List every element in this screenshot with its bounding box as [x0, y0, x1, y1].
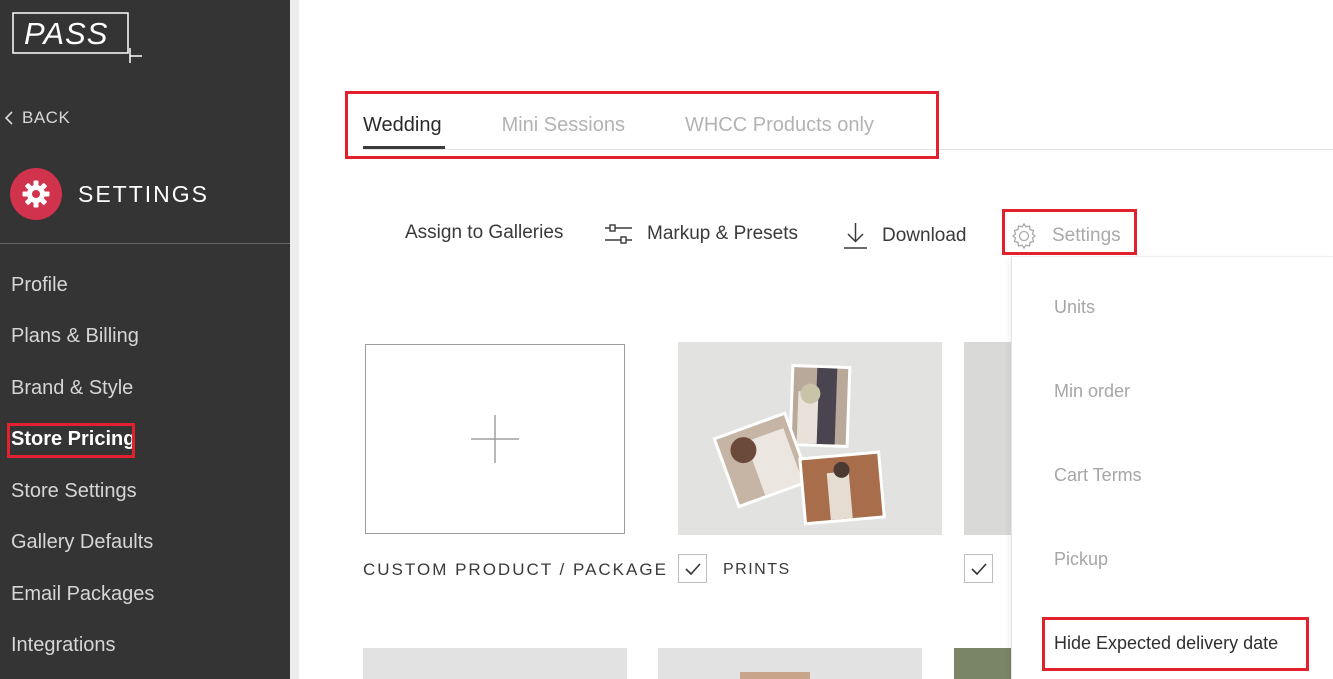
check-icon — [970, 562, 987, 575]
gear-icon — [10, 168, 62, 220]
sidebar-item-gallery-defaults[interactable]: Gallery Defaults — [11, 531, 153, 554]
markup-label: Markup & Presets — [647, 223, 798, 244]
sidebar-edge — [290, 0, 299, 679]
assign-to-galleries-button[interactable]: Assign to Galleries — [405, 222, 563, 244]
sidebar-item-email-packages[interactable]: Email Packages — [11, 583, 154, 606]
product-card-row2-1[interactable] — [363, 648, 627, 679]
menu-item-cart-terms[interactable]: Cart Terms — [1054, 465, 1142, 486]
settings-header: SETTINGS — [10, 168, 209, 220]
prints-checkbox[interactable] — [678, 554, 707, 583]
highlight-box-tabs — [345, 91, 939, 159]
assign-label: Assign to Galleries — [405, 222, 564, 243]
product-card-partial[interactable] — [964, 342, 1011, 535]
add-custom-product-card[interactable] — [365, 344, 625, 534]
download-label: Download — [882, 225, 967, 246]
sidebar-item-brand-style[interactable]: Brand & Style — [11, 377, 133, 400]
sidebar-item-integrations[interactable]: Integrations — [11, 634, 116, 657]
sliders-icon — [605, 224, 632, 244]
sidebar-item-plans-billing[interactable]: Plans & Billing — [11, 325, 139, 348]
markup-presets-button[interactable]: Markup & Presets — [604, 222, 798, 246]
menu-item-units[interactable]: Units — [1054, 297, 1095, 318]
menu-item-pickup[interactable]: Pickup — [1054, 549, 1108, 570]
back-label: BACK — [22, 108, 71, 127]
logo-text: PASS — [24, 16, 108, 51]
chevron-left-icon — [4, 111, 13, 125]
settings-title: SETTINGS — [78, 180, 210, 207]
highlight-box-store-pricing — [7, 423, 135, 458]
check-icon — [684, 562, 701, 575]
menu-item-min-order[interactable]: Min order — [1054, 381, 1130, 402]
sidebar-divider — [0, 243, 290, 244]
product-card-row2-2[interactable] — [658, 648, 922, 679]
product-card-row2-3[interactable] — [954, 648, 1011, 679]
highlight-box-settings — [1002, 209, 1137, 255]
download-button[interactable]: Download — [843, 222, 967, 250]
sidebar-item-store-settings[interactable]: Store Settings — [11, 480, 137, 503]
custom-product-label: CUSTOM PRODUCT / PACKAGE — [363, 560, 668, 579]
plus-icon — [471, 415, 519, 463]
sidebar-item-profile[interactable]: Profile — [11, 274, 68, 297]
download-icon — [844, 223, 867, 249]
product-checkbox-partial[interactable] — [964, 554, 993, 583]
back-link[interactable]: BACK — [4, 108, 70, 128]
sidebar: PASS BACK SETTINGS Profile Plans & Billi… — [0, 0, 290, 679]
highlight-box-hide-delivery-date — [1042, 617, 1309, 671]
prints-label: PRINTS — [723, 561, 791, 578]
prints-product-image[interactable] — [678, 342, 942, 535]
settings-dropdown: Units Min order Cart Terms Pickup Hide E… — [1011, 256, 1333, 679]
pass-logo[interactable]: PASS — [12, 12, 144, 66]
